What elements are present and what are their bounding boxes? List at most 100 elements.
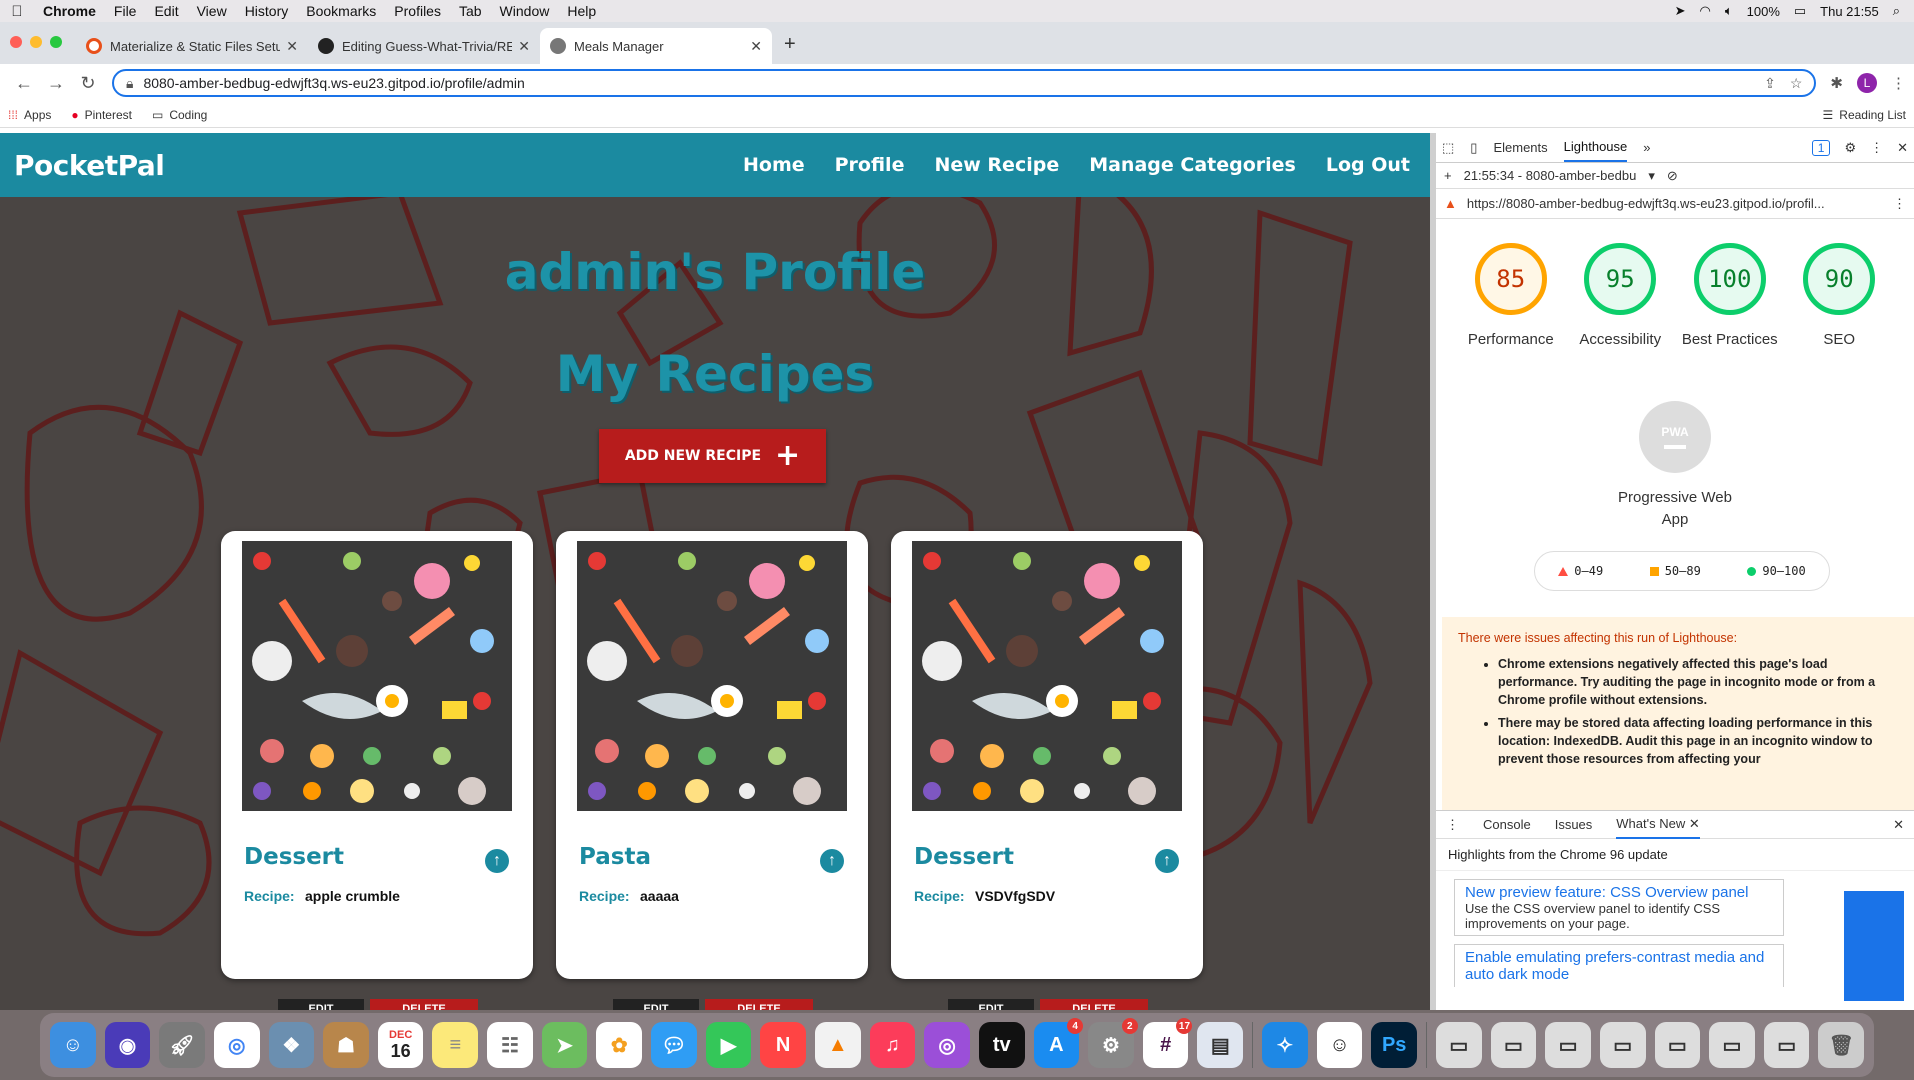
edit-button[interactable]: EDIT <box>278 999 364 1010</box>
forward-icon[interactable]: → <box>40 73 72 94</box>
siri-icon[interactable]: ◉ <box>104 1022 151 1068</box>
minimized-window-1[interactable]: ▭ <box>1435 1022 1482 1068</box>
reload-icon[interactable]: ↻ <box>72 73 104 94</box>
nav-profile[interactable]: Profile <box>835 154 905 176</box>
browser-tab[interactable]: Editing Guess-What-Trivia/README ✕ <box>308 28 540 64</box>
menu-tab[interactable]: Tab <box>450 3 491 19</box>
apple-tv-icon[interactable]: tv <box>978 1022 1025 1068</box>
battery-icon[interactable]: ▭ <box>1794 3 1806 19</box>
url-text[interactable]: 8080-amber-bedbug-edwjft3q.ws-eu23.gitpo… <box>143 75 1750 91</box>
messages-icon[interactable]: 💬︎ <box>651 1022 697 1068</box>
tab-lighthouse[interactable]: Lighthouse <box>1563 133 1628 162</box>
kebab-menu-icon[interactable]: ⋮ <box>1870 140 1883 156</box>
news-item[interactable]: New preview feature: CSS Overview panel … <box>1454 879 1784 936</box>
menu-help[interactable]: Help <box>558 3 605 19</box>
minimized-window-5[interactable]: ▭ <box>1654 1022 1701 1068</box>
nav-log-out[interactable]: Log Out <box>1326 154 1410 176</box>
menu-profiles[interactable]: Profiles <box>385 3 450 19</box>
bookmark-star-icon[interactable]: ☆ <box>1790 75 1803 92</box>
location-icon[interactable]: ➤ <box>1675 3 1686 19</box>
minimized-window-3[interactable]: ▭ <box>1545 1022 1591 1068</box>
minimized-window-4[interactable]: ▭ <box>1599 1022 1646 1068</box>
chrome-menu-icon[interactable]: ⋮ <box>1891 74 1906 92</box>
reading-list-button[interactable]: ☰ Reading List <box>1823 108 1906 122</box>
news-icon[interactable]: N <box>760 1022 806 1068</box>
delete-button[interactable]: DELETE <box>1040 999 1148 1010</box>
menu-bookmarks[interactable]: Bookmarks <box>297 3 385 19</box>
arrow-up-circle-icon[interactable]: ↑ <box>820 849 844 873</box>
device-toolbar-icon[interactable]: ▯ <box>1470 140 1477 156</box>
menu-window[interactable]: Window <box>491 3 559 19</box>
score-best-practices[interactable]: 100 Best Practices <box>1682 243 1778 351</box>
clock[interactable]: Thu 21:55 <box>1820 4 1879 19</box>
menu-edit[interactable]: Edit <box>145 3 187 19</box>
report-url[interactable]: https://8080-amber-bedbug-edwjft3q.ws-eu… <box>1467 196 1883 211</box>
close-drawer-icon[interactable]: ✕ <box>1893 817 1904 833</box>
smile-icon[interactable]: ☺ <box>1316 1022 1363 1068</box>
bookmark-apps[interactable]: ⁞⁞⁞ Apps <box>8 108 51 122</box>
browser-tab-active[interactable]: Meals Manager ✕ <box>540 28 772 64</box>
news-title[interactable]: New preview feature: CSS Overview panel <box>1465 884 1773 901</box>
news-title[interactable]: Enable emulating prefers-contrast media … <box>1465 949 1773 983</box>
close-devtools-icon[interactable]: ✕ <box>1897 140 1908 156</box>
slack-icon[interactable]: #17 <box>1142 1018 1193 1068</box>
edit-button[interactable]: EDIT <box>613 999 699 1010</box>
zoom-window-button[interactable] <box>50 36 62 48</box>
spotlight-icon[interactable]: ⌕ <box>1893 3 1900 19</box>
delete-button[interactable]: DELETE <box>370 999 478 1010</box>
photos-icon[interactable]: ✿ <box>596 1022 643 1068</box>
menu-app-name[interactable]: Chrome <box>34 3 105 19</box>
profile-avatar[interactable]: L <box>1857 73 1877 93</box>
contacts-icon[interactable]: ☗ <box>323 1022 369 1068</box>
podcasts-icon[interactable]: ◎ <box>924 1022 970 1068</box>
minimized-window-2[interactable]: ▭ <box>1490 1022 1537 1068</box>
arrow-up-circle-icon[interactable]: ↑ <box>1155 849 1179 873</box>
menu-file[interactable]: File <box>105 3 146 19</box>
site-logo[interactable]: PocketPal <box>14 149 165 182</box>
music-icon[interactable]: ♫ <box>869 1022 916 1068</box>
browser-tab[interactable]: Materialize & Static Files Setup ✕ <box>76 28 308 64</box>
minimize-window-button[interactable] <box>30 36 42 48</box>
back-icon[interactable]: ← <box>8 73 40 94</box>
pwa-score[interactable]: PWA Progressive Web App <box>1436 401 1914 531</box>
drawer-tab-issues[interactable]: Issues <box>1555 817 1593 832</box>
close-window-button[interactable] <box>10 36 22 48</box>
battery-percent[interactable]: 100% <box>1747 4 1780 19</box>
minimized-window-7[interactable]: ▭ <box>1763 1022 1810 1068</box>
notes-icon[interactable]: ≡ <box>432 1022 479 1068</box>
score-accessibility[interactable]: 95 Accessibility <box>1572 243 1668 351</box>
wifi-icon[interactable]: ◠ <box>1699 3 1710 19</box>
reminders-icon[interactable]: ☷ <box>487 1022 533 1068</box>
clear-icon[interactable]: ⊘ <box>1667 168 1678 184</box>
new-report-icon[interactable]: + <box>1444 168 1452 183</box>
safari-icon[interactable]: ✧ <box>1262 1022 1308 1068</box>
nav-manage-categories[interactable]: Manage Categories <box>1089 154 1296 176</box>
add-new-recipe-button[interactable]: ADD NEW RECIPE + <box>599 429 826 483</box>
arrow-up-circle-icon[interactable]: ↑ <box>485 849 509 873</box>
tab-elements[interactable]: Elements <box>1493 140 1547 155</box>
photoshop-icon[interactable]: Ps <box>1371 1022 1417 1068</box>
nav-new-recipe[interactable]: New Recipe <box>934 154 1059 176</box>
maps-icon[interactable]: ➤ <box>541 1022 588 1068</box>
address-bar[interactable]: 🔒︎ 8080-amber-bedbug-edwjft3q.ws-eu23.gi… <box>112 69 1817 97</box>
close-tab-icon[interactable]: ✕ <box>750 38 762 55</box>
edit-button[interactable]: EDIT <box>948 999 1034 1010</box>
trash-icon[interactable]: 🗑︎ <box>1818 1022 1865 1068</box>
delete-button[interactable]: DELETE <box>705 999 813 1010</box>
news-item[interactable]: Enable emulating prefers-contrast media … <box>1454 944 1784 987</box>
dropdown-caret-icon[interactable]: ▾ <box>1648 168 1655 184</box>
inspect-icon[interactable]: ⬚ <box>1442 140 1454 156</box>
drawer-menu-icon[interactable]: ⋮ <box>1446 817 1459 833</box>
apple-icon[interactable]:  <box>0 3 34 20</box>
close-tab-icon[interactable]: ✕ <box>1689 816 1700 831</box>
close-tab-icon[interactable]: ✕ <box>286 38 298 55</box>
minimized-window-6[interactable]: ▭ <box>1709 1022 1755 1068</box>
drawer-tab-whats-new[interactable]: What's New ✕ <box>1616 811 1700 839</box>
score-performance[interactable]: 85 Performance <box>1463 243 1559 351</box>
nav-home[interactable]: Home <box>743 154 805 176</box>
more-tabs-icon[interactable]: » <box>1643 140 1650 155</box>
system-preferences-icon[interactable]: ⚙ 2 <box>1088 1018 1138 1068</box>
close-tab-icon[interactable]: ✕ <box>518 38 530 55</box>
report-menu-icon[interactable]: ⋮ <box>1893 196 1906 212</box>
screen-sharing-icon[interactable]: ▤ <box>1197 1022 1244 1068</box>
